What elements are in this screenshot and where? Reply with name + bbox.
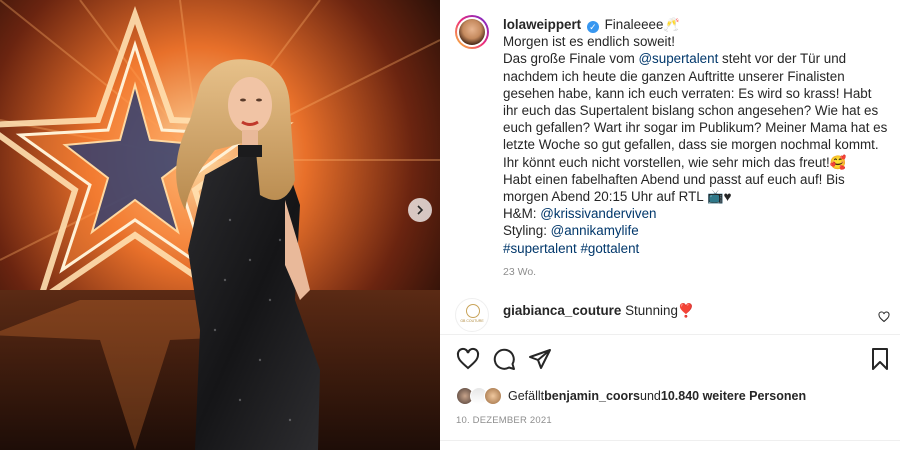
caption-line: Morgen ist es endlich soweit! [503,34,675,50]
chevron-right-icon [417,205,424,215]
share-icon [529,349,551,369]
post-time-ago[interactable]: 23 Wo. [503,266,536,278]
hashtag-link[interactable]: #gottalent [580,241,639,256]
likes-middle: und [640,389,661,403]
comment-text: Stunning❣️ [625,303,695,318]
comment-like-button[interactable] [878,310,890,328]
like-button[interactable] [456,347,480,376]
liker-username[interactable]: benjamin_coors [544,389,640,403]
bookmark-icon [872,348,888,370]
commenter-username[interactable]: giabianca_couture [503,303,621,318]
save-button[interactable] [868,347,892,376]
likes-summary: Gefällt benjamin_coors und 10.840 weiter… [456,386,806,406]
mention-link[interactable]: @supertalent [638,51,718,66]
post-caption: lolaweippert ✓ Finaleeee🥂 Morgen ist es … [503,16,888,257]
likes-prefix: Gefällt [508,389,545,403]
caption-text: H&M: [503,206,541,222]
photo-image [0,0,440,450]
comment-button[interactable] [492,347,516,376]
hashtag-link[interactable]: #supertalent [503,241,577,256]
share-button[interactable] [528,347,552,376]
caption-text: Das große Finale vom [503,51,639,67]
commenter-avatar-label: GB COUTURE [460,319,484,323]
author-avatar[interactable] [455,15,489,49]
post-date[interactable]: 10. DEZEMBER 2021 [456,415,552,426]
caption-line: Habt einen fabelhaften Abend und passt a… [503,171,845,205]
post-actions [456,347,892,373]
comment-icon [493,348,515,370]
heart-icon [456,347,480,370]
caption-title: Finaleeee🥂 [604,17,681,32]
next-photo-button[interactable] [408,198,432,222]
comment: giabianca_couture Stunning❣️ [503,303,695,319]
post-details-panel: lolaweippert ✓ Finaleeee🥂 Morgen ist es … [440,0,900,450]
verified-badge-icon: ✓ [586,21,599,33]
commenter-avatar[interactable]: GB COUTURE [455,298,489,332]
heart-icon [878,311,890,323]
mention-link[interactable]: @krissivanderviven [540,206,656,221]
liker-avatar[interactable] [484,387,502,405]
author-username[interactable]: lolaweippert [503,17,581,32]
post-photo[interactable] [0,0,440,450]
section-divider [440,334,900,335]
mention-link[interactable]: @annikamylife [551,223,639,238]
caption-text: steht vor der Tür und nachdem ich heute … [503,51,888,170]
caption-text: Styling: [503,223,551,239]
likes-count[interactable]: 10.840 weitere Personen [661,389,806,403]
section-divider [440,440,900,441]
